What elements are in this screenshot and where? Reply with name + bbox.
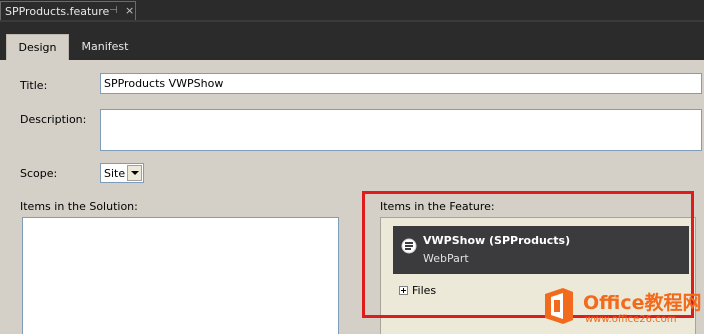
feature-item-type: WebPart [423, 252, 469, 265]
watermark-url: www.office26.com [585, 314, 677, 325]
scope-value: Site [104, 167, 126, 180]
watermark: Office教程网 www.office26.com [535, 282, 704, 334]
expand-plus-icon[interactable] [399, 286, 408, 295]
description-label: Description: [20, 113, 87, 126]
scope-label: Scope: [20, 167, 58, 180]
pin-icon[interactable]: ⊣ [109, 5, 118, 16]
feature-item-name: VWPShow (SPProducts) [423, 234, 571, 247]
close-icon[interactable]: × [125, 4, 134, 17]
description-field[interactable] [100, 109, 702, 151]
scope-dropdown[interactable]: Site [100, 163, 144, 183]
solution-items-list[interactable] [22, 217, 339, 334]
tab-design[interactable]: Design [6, 34, 69, 60]
webpart-icon [401, 238, 417, 254]
chevron-down-icon[interactable] [127, 165, 142, 181]
files-label: Files [412, 284, 437, 297]
tab-manifest[interactable]: Manifest [74, 34, 136, 60]
document-tab-bar: SPProducts.feature ⊣ × [0, 0, 704, 21]
office-logo-icon [545, 288, 573, 324]
title-value: SPProducts VWPShow [104, 77, 224, 90]
title-label: Title: [20, 79, 48, 92]
document-tab[interactable]: SPProducts.feature ⊣ × [0, 1, 136, 21]
designer-tab-strip: Design Manifest [0, 22, 704, 60]
feature-item[interactable]: VWPShow (SPProducts) WebPart [393, 226, 689, 274]
title-field[interactable]: SPProducts VWPShow [100, 73, 702, 94]
watermark-text: Office教程网 [583, 292, 702, 314]
document-tab-title: SPProducts.feature [5, 5, 110, 18]
feature-items-label: Items in the Feature: [380, 200, 495, 213]
solution-items-label: Items in the Solution: [20, 200, 138, 213]
